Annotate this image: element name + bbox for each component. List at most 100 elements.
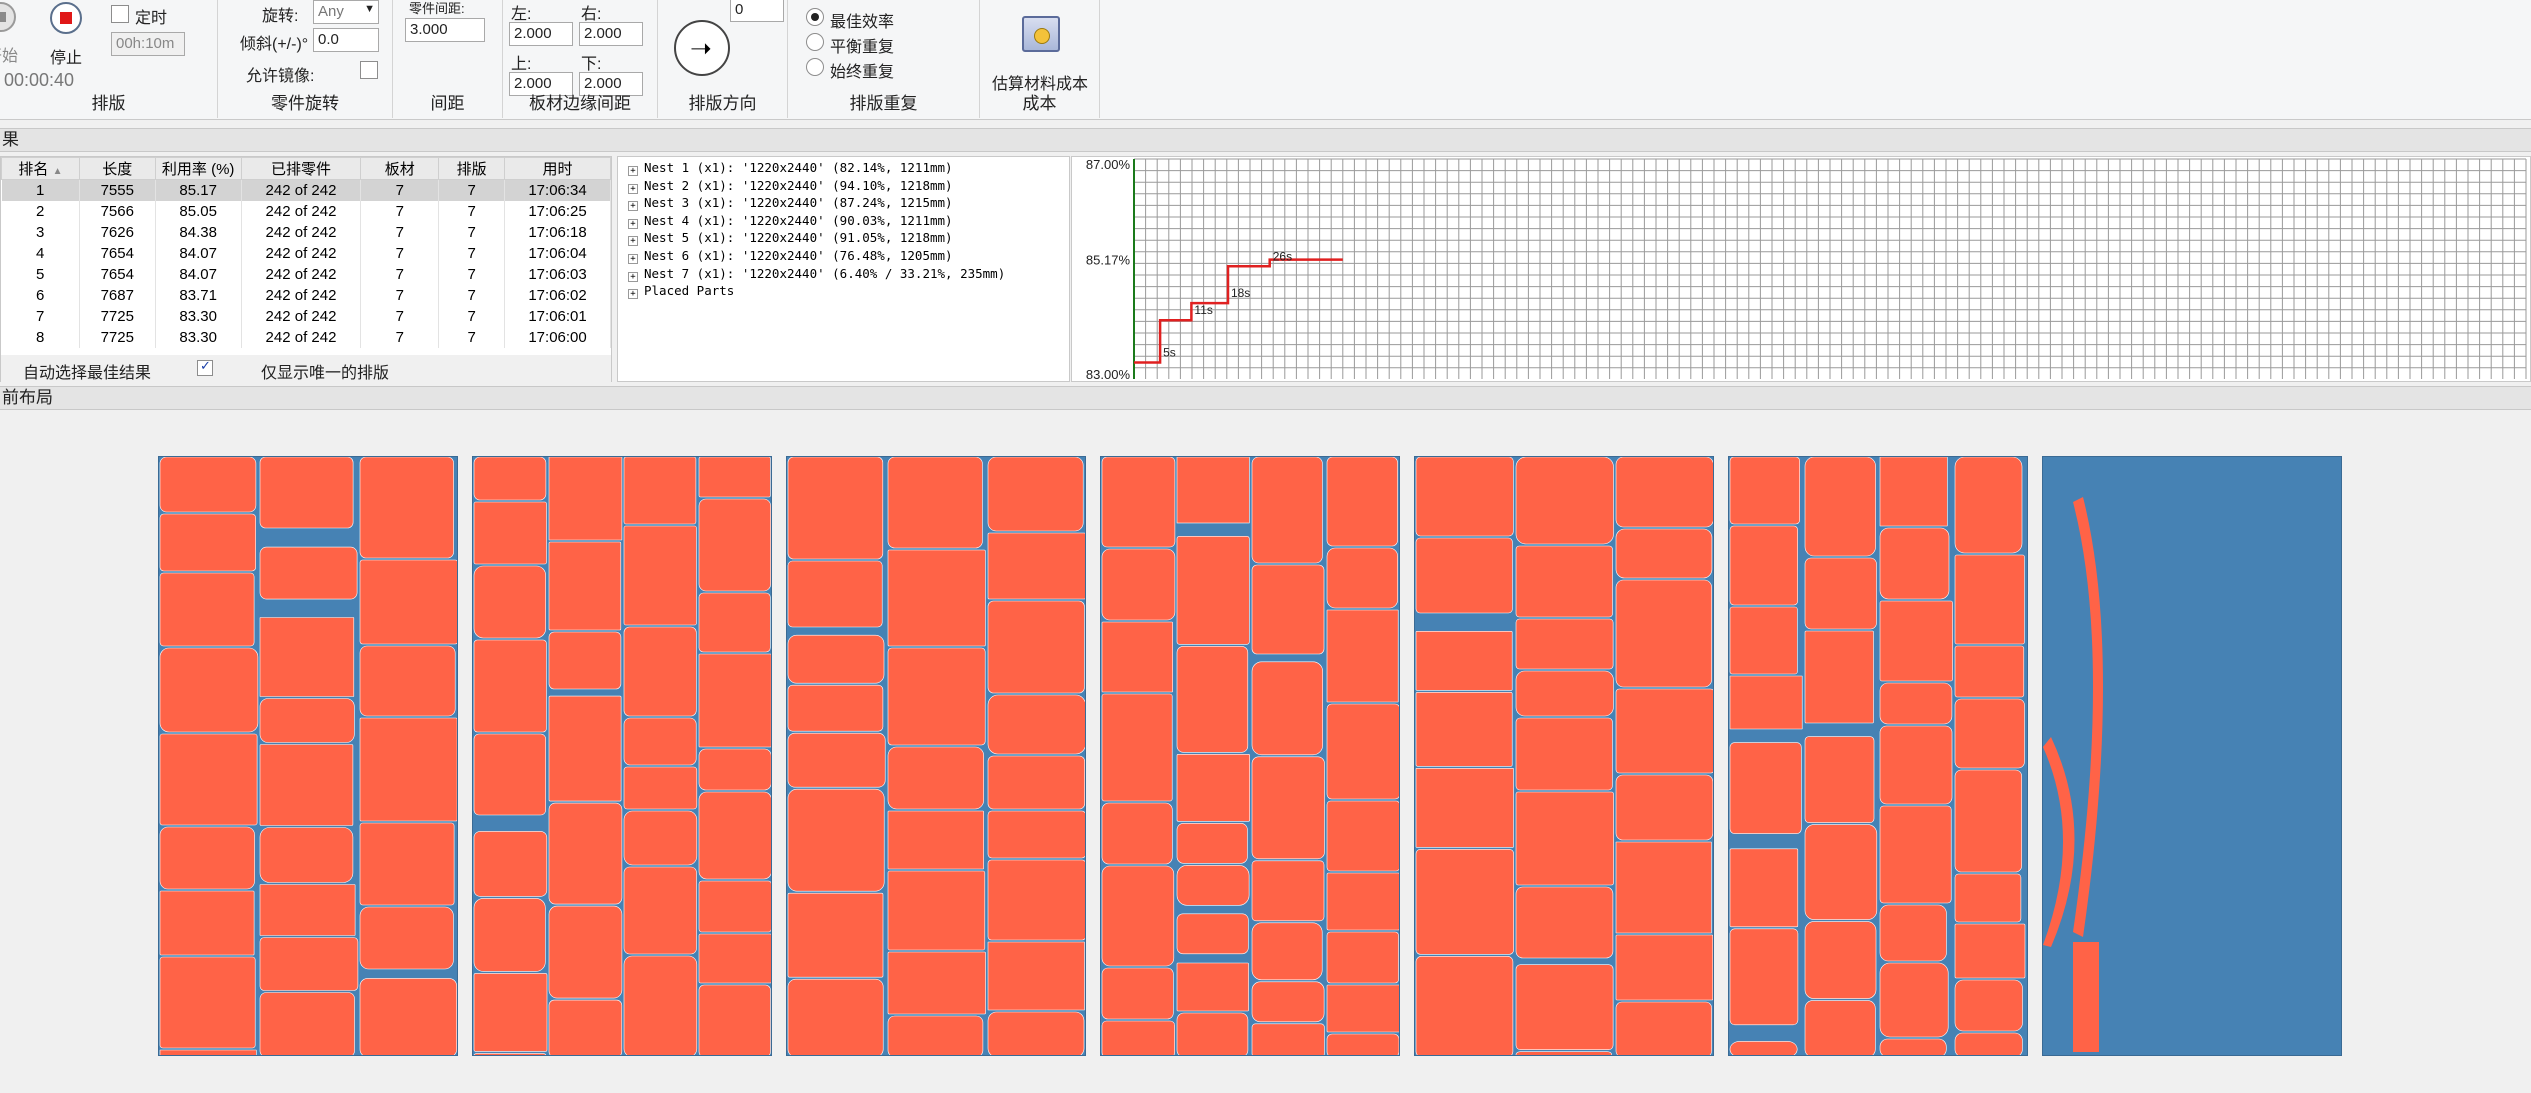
direction-angle-input[interactable]: 0	[730, 0, 784, 22]
table-cell: 242 of 242	[241, 179, 362, 201]
stop-button[interactable]: 停止	[48, 2, 92, 67]
nested-part	[1176, 864, 1250, 906]
nest-sheet[interactable]	[786, 456, 1086, 1056]
table-cell: 7566	[79, 200, 156, 222]
nested-part	[259, 457, 354, 529]
nest-sheet[interactable]	[1414, 456, 1714, 1056]
nested-part	[787, 978, 884, 1055]
table-cell: 242 of 242	[241, 221, 362, 243]
table-row[interactable]: 4 7654 84.07 242 of 242 7 7 17:06:04	[1, 242, 611, 264]
col-time[interactable]: 用时	[504, 157, 611, 180]
nested-part	[1176, 753, 1250, 822]
table-cell: 7	[360, 284, 440, 306]
start-button[interactable]: 开始	[0, 2, 30, 65]
tree-item[interactable]: + Nest 7 (x1): '1220x2440' (6.40% / 33.21…	[618, 265, 1069, 283]
table-row[interactable]: 1 7555 85.17 242 of 242 7 7 17:06:34	[1, 179, 611, 201]
nested-part	[887, 647, 986, 746]
nested-part	[1954, 698, 2025, 769]
margin-right-input[interactable]: 2.000	[579, 22, 643, 46]
repeat-option-best-efficiency[interactable]	[806, 8, 824, 26]
table-row[interactable]: 7 7725 83.30 242 of 242 7 7 17:06:01	[1, 305, 611, 327]
nested-part	[159, 1049, 257, 1055]
nested-part	[1515, 670, 1614, 717]
nest-sheet[interactable]	[1100, 456, 1400, 1056]
rotate-select[interactable]: Any ▼	[313, 0, 379, 24]
rotate-value: Any	[318, 3, 344, 20]
nested-part	[623, 810, 698, 866]
nest-sheet[interactable]	[1728, 456, 2028, 1056]
results-header-row: 排名 ▲ 长度 利用率 (%) 已排零件 板材 排版 用时	[1, 157, 611, 180]
repeat-option-label-0: 最佳效率	[830, 14, 895, 31]
repeat-option-balanced[interactable]	[806, 33, 824, 51]
timer-checkbox[interactable]	[111, 5, 129, 23]
nested-part	[259, 827, 354, 883]
col-utilization[interactable]: 利用率 (%)	[154, 157, 242, 180]
table-cell: 242 of 242	[241, 263, 362, 285]
nested-part	[1615, 579, 1712, 688]
expand-icon[interactable]: +	[628, 218, 638, 229]
results-section-header: 果	[0, 128, 2531, 152]
direction-dial[interactable]: ➝	[674, 20, 730, 76]
col-nests[interactable]: 排版	[438, 157, 506, 180]
table-row[interactable]: 3 7626 84.38 242 of 242 7 7 17:06:18	[1, 221, 611, 243]
tree-item[interactable]: + Nest 1 (x1): '1220x2440' (82.14%, 1211m…	[618, 159, 1069, 177]
nested-part	[1326, 984, 1399, 1033]
tree-item[interactable]: + Nest 5 (x1): '1220x2440' (91.05%, 1218m…	[618, 229, 1069, 247]
repeat-option-always[interactable]	[806, 58, 824, 76]
table-row[interactable]: 8 7725 83.30 242 of 242 7 7 17:06:00	[1, 326, 611, 348]
nested-part	[473, 501, 547, 565]
col-rank[interactable]: 排名 ▲	[1, 157, 80, 180]
expand-icon[interactable]: +	[628, 166, 638, 176]
nested-part	[698, 498, 771, 592]
table-row[interactable]: 5 7654 84.07 242 of 242 7 7 17:06:03	[1, 263, 611, 285]
nested-part	[1415, 457, 1514, 537]
table-row[interactable]: 6 7687 83.71 242 of 242 7 7 17:06:02	[1, 284, 611, 306]
nested-part	[2043, 737, 2075, 947]
nested-part	[1251, 1023, 1325, 1055]
col-length[interactable]: 长度	[78, 157, 156, 180]
mirror-checkbox[interactable]	[360, 61, 378, 79]
timer-input[interactable]: 00h:10m	[111, 32, 185, 56]
expand-icon[interactable]: +	[628, 289, 638, 300]
nested-part	[1101, 1020, 1175, 1055]
auto-select-checkbox[interactable]: ✓	[197, 358, 213, 376]
expand-icon[interactable]: +	[628, 183, 638, 194]
tilt-input[interactable]: 0.0	[313, 28, 379, 52]
expand-icon[interactable]: +	[628, 271, 638, 282]
margin-left-input[interactable]: 2.000	[509, 22, 573, 46]
data-label: 11s	[1194, 303, 1212, 317]
expand-icon[interactable]: +	[628, 253, 638, 264]
table-cell: 83.30	[155, 326, 242, 348]
nested-part	[1251, 457, 1323, 564]
nested-part	[1515, 886, 1614, 959]
group-title-spacing: 间距	[430, 94, 465, 113]
nested-part	[987, 810, 1085, 859]
tree-item[interactable]: + Placed Parts	[618, 282, 1069, 300]
tree-item-label: Nest 2 (x1): '1220x2440' (94.10%, 1218mm…	[644, 177, 953, 193]
unique-only-label: 仅显示唯一的排版	[261, 365, 390, 382]
table-row[interactable]: 2 7566 85.05 242 of 242 7 7 17:06:25	[1, 200, 611, 222]
expand-icon[interactable]: +	[628, 236, 638, 247]
nested-part	[1954, 1032, 2023, 1055]
expand-icon[interactable]: +	[628, 201, 638, 212]
nested-part	[1251, 860, 1325, 922]
nest-sheet[interactable]	[472, 456, 772, 1056]
nested-part	[259, 937, 359, 991]
nest-sheet[interactable]	[2042, 456, 2342, 1056]
tree-item[interactable]: + Nest 4 (x1): '1220x2440' (90.03%, 1211m…	[618, 212, 1069, 230]
estimate-cost-button[interactable]: 估算材料成本	[980, 0, 1100, 93]
table-cell: 17:06:34	[504, 179, 611, 201]
data-label: 26s	[1273, 249, 1292, 263]
nest-sheet[interactable]	[158, 456, 458, 1056]
col-sheets[interactable]: 板材	[360, 157, 440, 180]
part-gap-input[interactable]: 3.000	[405, 18, 485, 42]
tree-item[interactable]: + Nest 6 (x1): '1220x2440' (76.48%, 1205m…	[618, 247, 1069, 265]
ribbon-toolbar: 开始 停止 定时 00h:10m 00:00:40 排版 旋转: Any ▼ 倾…	[0, 0, 2531, 120]
tree-item-label: Nest 1 (x1): '1220x2440' (82.14%, 1211mm…	[644, 160, 953, 175]
col-placed-parts[interactable]: 已排零件	[240, 157, 362, 180]
tree-item[interactable]: + Nest 3 (x1): '1220x2440' (87.24%, 1215m…	[618, 194, 1069, 212]
nested-part	[1101, 693, 1173, 802]
nested-part	[473, 733, 546, 816]
tree-item-label: Nest 6 (x1): '1220x2440' (76.48%, 1205mm…	[644, 247, 953, 263]
tree-item[interactable]: + Nest 2 (x1): '1220x2440' (94.10%, 1218m…	[618, 177, 1069, 195]
